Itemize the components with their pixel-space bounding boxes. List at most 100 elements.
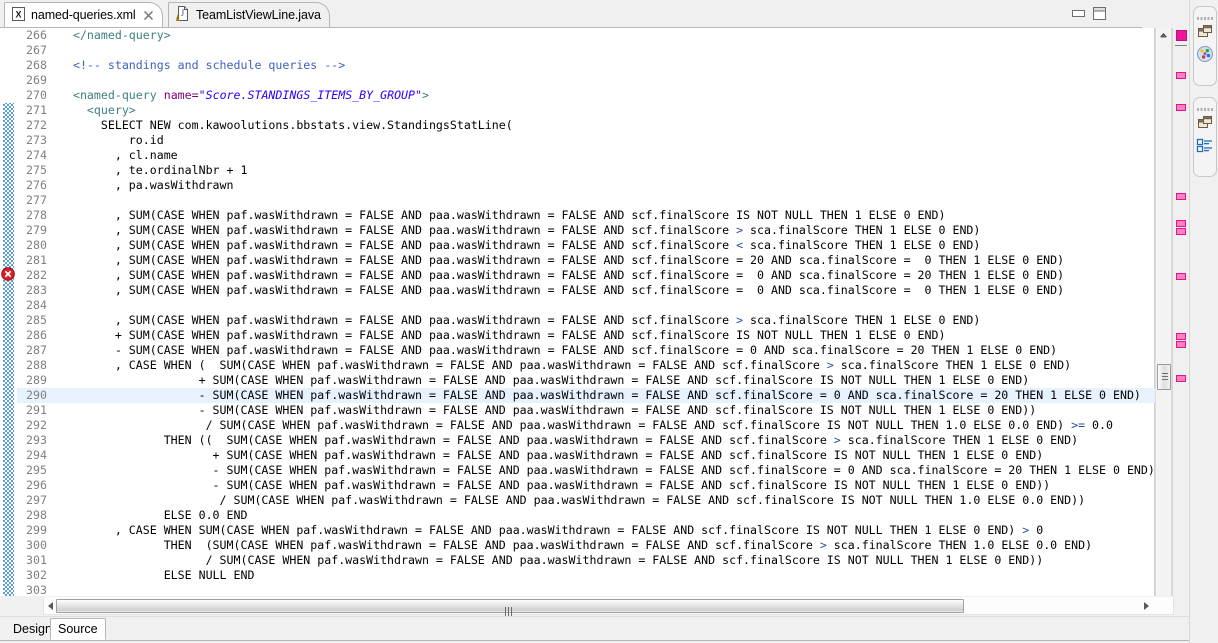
overview-ruler[interactable]	[1172, 28, 1189, 596]
code-line[interactable]: 269	[17, 73, 1155, 88]
editor-tab-teamlistviewline-java[interactable]: J TeamListViewLine.java	[168, 2, 330, 27]
overview-annotation-mark[interactable]	[1176, 193, 1186, 200]
maximize-icon[interactable]	[1091, 6, 1108, 21]
code-line[interactable]: 281 , SUM(CASE WHEN paf.wasWithdrawn = F…	[17, 253, 1155, 268]
drag-handle-icon[interactable]	[1197, 102, 1213, 111]
bottom-tab-divider	[0, 640, 1189, 641]
code-text: , CASE WHEN ( SUM(CASE WHEN paf.wasWithd…	[59, 358, 1072, 372]
annotation-marker-column[interactable]	[0, 28, 17, 596]
code-text: / SUM(CASE WHEN paf.wasWithdrawn = FALSE…	[59, 418, 1113, 432]
error-marker-icon[interactable]	[1, 267, 15, 281]
code-text: THEN (( SUM(CASE WHEN paf.wasWithdrawn =…	[59, 433, 1079, 447]
scrollbar-thumb[interactable]	[1157, 364, 1171, 390]
overview-annotation-mark[interactable]	[1176, 220, 1186, 227]
code-line[interactable]: 295 - SUM(CASE WHEN paf.wasWithdrawn = F…	[17, 463, 1155, 478]
code-line[interactable]: 291 - SUM(CASE WHEN paf.wasWithdrawn = F…	[17, 403, 1155, 418]
scrollbar-thumb[interactable]	[56, 599, 964, 616]
code-line[interactable]: 273 ro.id	[17, 133, 1155, 148]
code-line[interactable]: 266 </named-query>	[17, 28, 1155, 43]
svg-text:J: J	[181, 8, 185, 18]
editor-tab-named-queries-xml[interactable]: X named-queries.xml	[4, 2, 163, 27]
code-line[interactable]: 299 , CASE WHEN SUM(CASE WHEN paf.wasWit…	[17, 523, 1155, 538]
code-text: + SUM(CASE WHEN paf.wasWithdrawn = FALSE…	[59, 373, 1030, 387]
code-text: ELSE 0.0 END	[59, 508, 248, 522]
code-text: THEN (SUM(CASE WHEN paf.wasWithdrawn = F…	[59, 538, 1093, 552]
overview-annotation-mark[interactable]	[1176, 341, 1186, 348]
overview-annotation-mark[interactable]	[1176, 333, 1186, 340]
line-number: 301	[26, 553, 47, 567]
code-line[interactable]: 287 - SUM(CASE WHEN paf.wasWithdrawn = F…	[17, 343, 1155, 358]
line-number: 271	[26, 103, 47, 117]
line-number: 275	[26, 163, 47, 177]
overview-annotation-mark[interactable]	[1176, 72, 1186, 79]
tab-source-label: Source	[58, 622, 98, 636]
code-line[interactable]: 270 <named-query name="Score.STANDINGS_I…	[17, 88, 1155, 103]
code-line[interactable]: 286 + SUM(CASE WHEN paf.wasWithdrawn = F…	[17, 328, 1155, 343]
code-line[interactable]: 284	[17, 298, 1155, 313]
line-number: 277	[26, 193, 47, 207]
code-line[interactable]: 283 , SUM(CASE WHEN paf.wasWithdrawn = F…	[17, 283, 1155, 298]
editor-vertical-scrollbar[interactable]	[1155, 28, 1172, 596]
code-line[interactable]: 289 + SUM(CASE WHEN paf.wasWithdrawn = F…	[17, 373, 1155, 388]
code-line[interactable]: 298 ELSE 0.0 END	[17, 508, 1155, 523]
minimized-view-stack-2[interactable]	[1193, 97, 1217, 177]
overview-annotation-mark[interactable]	[1176, 104, 1186, 111]
code-text: , pa.wasWithdrawn	[59, 178, 234, 192]
code-line[interactable]: 293 THEN (( SUM(CASE WHEN paf.wasWithdra…	[17, 433, 1155, 448]
line-number: 285	[26, 313, 47, 327]
code-line[interactable]: 302 ELSE NULL END	[17, 568, 1155, 583]
code-line[interactable]: 280 , SUM(CASE WHEN paf.wasWithdrawn = F…	[17, 238, 1155, 253]
code-line[interactable]: 274 , cl.name	[17, 148, 1155, 163]
code-line[interactable]: 275 , te.ordinalNbr + 1	[17, 163, 1155, 178]
triangle-right-icon[interactable]	[1139, 599, 1153, 613]
scroll-grip-icon	[505, 605, 515, 616]
code-line[interactable]: 303	[17, 583, 1155, 596]
line-number: 300	[26, 538, 47, 552]
triangle-up-icon[interactable]	[1156, 28, 1171, 43]
restore-view-icon[interactable]	[1196, 113, 1214, 131]
editor-horizontal-scrollbar[interactable]	[0, 596, 1189, 616]
code-line[interactable]: 276 , pa.wasWithdrawn	[17, 178, 1155, 193]
code-line[interactable]: 288 , CASE WHEN ( SUM(CASE WHEN paf.wasW…	[17, 358, 1155, 373]
code-line[interactable]: 282 , SUM(CASE WHEN paf.wasWithdrawn = F…	[17, 268, 1155, 283]
eclipse-xml-editor-window: X named-queries.xml J TeamListViewLine.j…	[0, 0, 1218, 643]
code-line[interactable]: 301 / SUM(CASE WHEN paf.wasWithdrawn = F…	[17, 553, 1155, 568]
code-line[interactable]: 271 <query>	[17, 103, 1155, 118]
code-line[interactable]: 292 / SUM(CASE WHEN paf.wasWithdrawn = F…	[17, 418, 1155, 433]
code-line[interactable]: 277	[17, 193, 1155, 208]
code-line[interactable]: 267	[17, 43, 1155, 58]
overview-error-indicator[interactable]	[1176, 30, 1187, 41]
code-lines-container[interactable]: 266 </named-query> 267 268 <!-- standings …	[17, 28, 1155, 596]
close-icon[interactable]	[143, 10, 154, 21]
code-line[interactable]: 272 SELECT NEW com.kawoolutions.bbstats.…	[17, 118, 1155, 133]
color-palette-view-icon[interactable]	[1196, 45, 1214, 63]
overview-annotation-mark[interactable]	[1176, 273, 1186, 280]
tab-source[interactable]: Source	[50, 618, 106, 640]
code-line[interactable]: 296 - SUM(CASE WHEN paf.wasWithdrawn = F…	[17, 478, 1155, 493]
code-text: - SUM(CASE WHEN paf.wasWithdrawn = FALSE…	[59, 388, 1141, 402]
code-text: , CASE WHEN SUM(CASE WHEN paf.wasWithdra…	[59, 523, 1044, 537]
code-line[interactable]: 278 , SUM(CASE WHEN paf.wasWithdrawn = F…	[17, 208, 1155, 223]
code-text: SELECT NEW com.kawoolutions.bbstats.view…	[59, 118, 513, 132]
code-line[interactable]: 294 + SUM(CASE WHEN paf.wasWithdrawn = F…	[17, 448, 1155, 463]
code-line[interactable]: 297 / SUM(CASE WHEN paf.wasWithdrawn = F…	[17, 493, 1155, 508]
minimized-view-stack-1[interactable]	[1193, 6, 1217, 86]
code-line[interactable]: 285 , SUM(CASE WHEN paf.wasWithdrawn = F…	[17, 313, 1155, 328]
line-number: 296	[26, 478, 47, 492]
overview-annotation-mark[interactable]	[1176, 375, 1186, 382]
code-line[interactable]: 300 THEN (SUM(CASE WHEN paf.wasWithdrawn…	[17, 538, 1155, 553]
code-line[interactable]: 268 <!-- standings and schedule queries …	[17, 58, 1155, 73]
editor-tab-bar: X named-queries.xml J TeamListViewLine.j…	[0, 0, 1142, 28]
line-number: 272	[26, 118, 47, 132]
drag-handle-icon[interactable]	[1197, 11, 1213, 20]
line-number: 269	[26, 73, 47, 87]
code-line[interactable]: 290 - SUM(CASE WHEN paf.wasWithdrawn = F…	[17, 388, 1155, 403]
minimize-icon[interactable]	[1070, 6, 1087, 21]
outline-view-icon[interactable]	[1196, 136, 1214, 154]
line-number: 282	[26, 268, 47, 282]
code-line[interactable]: 279 , SUM(CASE WHEN paf.wasWithdrawn = F…	[17, 223, 1155, 238]
source-editor[interactable]: 266 </named-query> 267 268 <!-- standings …	[0, 28, 1155, 596]
code-text: - SUM(CASE WHEN paf.wasWithdrawn = FALSE…	[59, 403, 1037, 417]
overview-annotation-mark[interactable]	[1176, 228, 1186, 235]
restore-view-icon[interactable]	[1196, 22, 1214, 40]
